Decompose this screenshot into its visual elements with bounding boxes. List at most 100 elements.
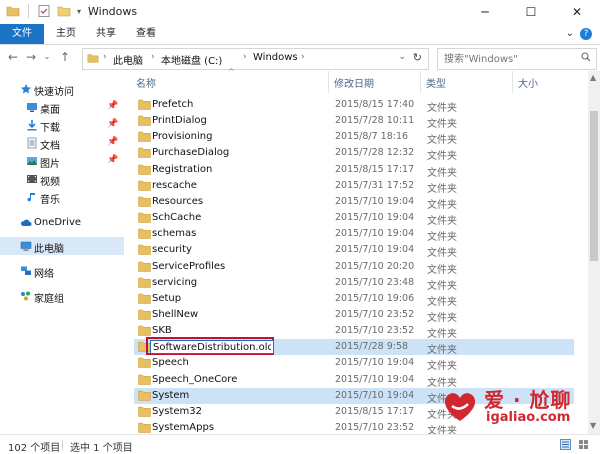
- search-input[interactable]: [442, 51, 576, 67]
- maximize-button[interactable]: ☐: [508, 0, 554, 24]
- details-view-icon[interactable]: [560, 439, 571, 450]
- properties-icon[interactable]: [37, 4, 51, 18]
- file-name: SKB: [152, 325, 172, 337]
- breadcrumb-separator-icon[interactable]: ›: [151, 52, 155, 62]
- table-row[interactable]: ServiceProfiles 2015/7/10 20:20 文件夹: [134, 259, 574, 276]
- tab-file[interactable]: 文件: [0, 24, 44, 44]
- address-dropdown-icon[interactable]: ⌄: [398, 52, 406, 62]
- sidebar-item-label: 文档: [40, 141, 60, 152]
- tab-home[interactable]: 主页: [46, 24, 86, 44]
- sidebar-item-network[interactable]: 网络: [0, 262, 124, 280]
- scrollbar-thumb[interactable]: [590, 111, 598, 261]
- help-icon[interactable]: ?: [580, 28, 592, 40]
- rename-input[interactable]: [150, 340, 274, 355]
- table-row[interactable]: security 2015/7/10 19:04 文件夹: [134, 242, 574, 259]
- navigation-bar: ← → ⌄ ↑ › 此电脑 › 本地磁盘 (C:) › Windows › ⌄ …: [0, 45, 600, 71]
- file-date: 2015/7/10 23:52: [335, 422, 415, 433]
- search-box[interactable]: [437, 48, 597, 70]
- column-header-size[interactable]: 大小: [518, 75, 538, 90]
- column-divider[interactable]: [420, 71, 421, 93]
- up-icon[interactable]: ↑: [58, 50, 72, 64]
- file-type: 文件夹: [427, 312, 457, 324]
- homegroup-icon: [21, 291, 30, 301]
- breadcrumb-separator-icon[interactable]: ›: [243, 52, 247, 62]
- ribbon-tabs: 文件 主页 共享 查看 ⌄ ?: [0, 24, 600, 45]
- breadcrumb-windows[interactable]: Windows: [253, 52, 298, 63]
- column-header-type[interactable]: 类型: [426, 75, 446, 90]
- file-date: 2015/8/15 17:17: [335, 163, 415, 175]
- breadcrumb-separator-icon[interactable]: ›: [103, 52, 107, 62]
- heart-logo-icon: [444, 393, 476, 421]
- table-row[interactable]: servicing 2015/7/10 23:48 文件夹: [134, 275, 574, 292]
- sidebar-item-downloads[interactable]: 下载 📌: [0, 116, 124, 134]
- file-name: SystemApps: [152, 422, 215, 433]
- folder-icon: [138, 374, 151, 385]
- sidebar-item-documents[interactable]: 文档 📌: [0, 134, 124, 152]
- tab-view[interactable]: 查看: [126, 24, 166, 44]
- table-row[interactable]: Provisioning 2015/8/7 18:16 文件夹: [134, 129, 574, 146]
- minimize-button[interactable]: ─: [462, 0, 508, 24]
- table-row[interactable]: 2015/7/28 9:58 文件夹: [134, 337, 574, 356]
- tab-share[interactable]: 共享: [86, 24, 126, 44]
- file-name: Registration: [152, 163, 213, 175]
- vertical-scrollbar[interactable]: ▲ ▼: [588, 71, 600, 434]
- table-row[interactable]: rescache 2015/7/31 17:52 文件夹: [134, 178, 574, 195]
- file-date: 2015/7/10 23:48: [335, 276, 415, 288]
- table-row[interactable]: PurchaseDialog 2015/7/28 12:32 文件夹: [134, 145, 574, 162]
- table-row[interactable]: SchCache 2015/7/10 19:04 文件夹: [134, 210, 574, 227]
- forward-icon[interactable]: →: [24, 50, 38, 64]
- file-name: Resources: [152, 195, 204, 207]
- sidebar-item-onedrive[interactable]: OneDrive: [0, 214, 124, 232]
- sort-ascending-icon: ^: [228, 67, 235, 76]
- sidebar-item-music[interactable]: 音乐: [0, 188, 124, 206]
- large-icons-view-icon[interactable]: [578, 439, 589, 450]
- recent-locations-icon[interactable]: ⌄: [40, 50, 54, 64]
- table-row[interactable]: PrintDialog 2015/7/28 10:11 文件夹: [134, 113, 574, 130]
- address-bar[interactable]: › 此电脑 › 本地磁盘 (C:) › Windows › ⌄ ↻: [82, 48, 429, 70]
- search-icon[interactable]: [581, 52, 591, 62]
- table-row[interactable]: ShellNew 2015/7/10 23:52 文件夹: [134, 307, 574, 324]
- scroll-up-icon[interactable]: ▲: [590, 73, 596, 82]
- folder-icon: [138, 309, 151, 320]
- column-divider[interactable]: [328, 71, 329, 93]
- breadcrumb-this-pc[interactable]: 此电脑: [113, 52, 143, 67]
- customize-toolbar-icon[interactable]: ▾: [77, 7, 81, 16]
- sidebar-item-pictures[interactable]: 图片 📌: [0, 152, 124, 170]
- table-row[interactable]: Resources 2015/7/10 19:04 文件夹: [134, 194, 574, 211]
- sidebar-item-label: 网络: [34, 269, 54, 280]
- column-header-date[interactable]: 修改日期: [334, 75, 374, 90]
- file-name: PurchaseDialog: [152, 147, 230, 159]
- file-name: System: [152, 389, 190, 401]
- pin-icon[interactable]: 📌: [107, 101, 118, 111]
- network-icon: [21, 266, 31, 275]
- refresh-icon[interactable]: ↻: [413, 51, 422, 64]
- sidebar-item-videos[interactable]: 视频: [0, 170, 124, 188]
- table-row[interactable]: Prefetch 2015/8/15 17:40 文件夹: [134, 97, 574, 114]
- sidebar-item-this-pc[interactable]: 此电脑: [0, 237, 124, 255]
- computer-icon: [20, 241, 32, 251]
- pin-icon[interactable]: 📌: [107, 155, 118, 165]
- sidebar-item-quick-access[interactable]: 快速访问: [0, 80, 124, 98]
- column-header-name[interactable]: 名称: [136, 75, 156, 90]
- expand-ribbon-icon[interactable]: ⌄: [566, 28, 574, 39]
- back-icon[interactable]: ←: [6, 50, 20, 64]
- table-row[interactable]: schemas 2015/7/10 19:04 文件夹: [134, 226, 574, 243]
- new-folder-icon[interactable]: [57, 4, 71, 18]
- selection-count: 选中 1 个项目: [70, 443, 133, 454]
- table-row[interactable]: Setup 2015/7/10 19:06 文件夹: [134, 291, 574, 308]
- folder-icon: [138, 196, 151, 207]
- breadcrumb-separator-icon[interactable]: ›: [301, 52, 305, 62]
- close-button[interactable]: ✕: [554, 0, 600, 24]
- folder-icon: [138, 132, 151, 143]
- table-row[interactable]: Registration 2015/8/15 17:17 文件夹: [134, 162, 574, 179]
- pin-icon[interactable]: 📌: [107, 137, 118, 147]
- column-divider[interactable]: [512, 71, 513, 93]
- file-name: Provisioning: [152, 131, 213, 143]
- sidebar-item-homegroup[interactable]: 家庭组: [0, 287, 124, 305]
- breadcrumb-local-disk[interactable]: 本地磁盘 (C:): [161, 52, 222, 67]
- file-type: 文件夹: [427, 329, 457, 341]
- sidebar-item-desktop[interactable]: 桌面 📌: [0, 98, 124, 116]
- file-name: ShellNew: [152, 308, 199, 320]
- table-row[interactable]: Speech 2015/7/10 19:04 文件夹: [134, 355, 574, 372]
- pin-icon[interactable]: 📌: [107, 119, 118, 129]
